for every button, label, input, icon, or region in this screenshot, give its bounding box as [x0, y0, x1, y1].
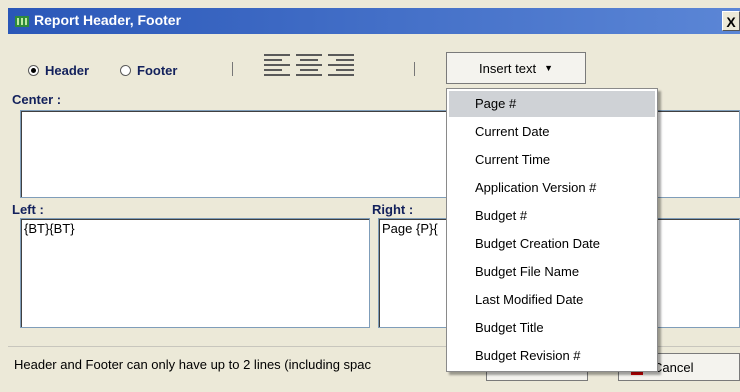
cancel-button-label: Cancel [653, 359, 694, 375]
status-message: Header and Footer can only have up to 2 … [14, 357, 371, 372]
menu-item-current-time[interactable]: Current Time [449, 147, 655, 173]
app-icon [15, 16, 29, 27]
menu-item-page-number[interactable]: Page # [449, 91, 655, 117]
align-left-icon[interactable] [264, 54, 290, 82]
menu-item-current-date[interactable]: Current Date [449, 119, 655, 145]
separator [232, 62, 233, 76]
radio-unselected-icon [120, 64, 131, 76]
menu-item-application-version[interactable]: Application Version # [449, 175, 655, 201]
menu-item-budget-revision[interactable]: Budget Revision # [449, 343, 655, 369]
left-label: Left : [12, 202, 44, 217]
close-button[interactable]: X [722, 11, 740, 31]
header-radio[interactable]: Header [28, 62, 89, 78]
header-radio-label: Header [45, 62, 90, 78]
title-bar: Report Header, Footer X [8, 8, 740, 34]
dropdown-arrow-icon: ▼ [544, 63, 553, 73]
menu-item-budget-title[interactable]: Budget Title [449, 315, 655, 341]
insert-text-button[interactable]: Insert text ▼ [446, 52, 586, 84]
center-label: Center : [12, 92, 62, 107]
close-icon: X [726, 14, 736, 30]
right-label: Right : [372, 202, 414, 217]
radio-selected-icon [28, 64, 39, 76]
menu-item-budget-number[interactable]: Budget # [449, 203, 655, 229]
insert-text-label: Insert text [479, 60, 537, 76]
report-header-footer-dialog: Report Header, Footer X Header Footer In… [0, 0, 740, 392]
left-textarea[interactable]: {BT}{BT} [20, 218, 370, 328]
menu-item-budget-creation-date[interactable]: Budget Creation Date [449, 231, 655, 257]
footer-radio[interactable]: Footer [120, 62, 177, 78]
insert-text-menu: Page # Current Date Current Time Applica… [446, 88, 658, 372]
menu-item-last-modified-date[interactable]: Last Modified Date [449, 287, 655, 313]
separator [414, 62, 415, 76]
window-title: Report Header, Footer [34, 12, 182, 28]
align-center-icon[interactable] [296, 54, 322, 82]
menu-item-budget-file-name[interactable]: Budget File Name [449, 259, 655, 285]
footer-radio-label: Footer [137, 62, 178, 78]
align-right-icon[interactable] [328, 54, 354, 82]
